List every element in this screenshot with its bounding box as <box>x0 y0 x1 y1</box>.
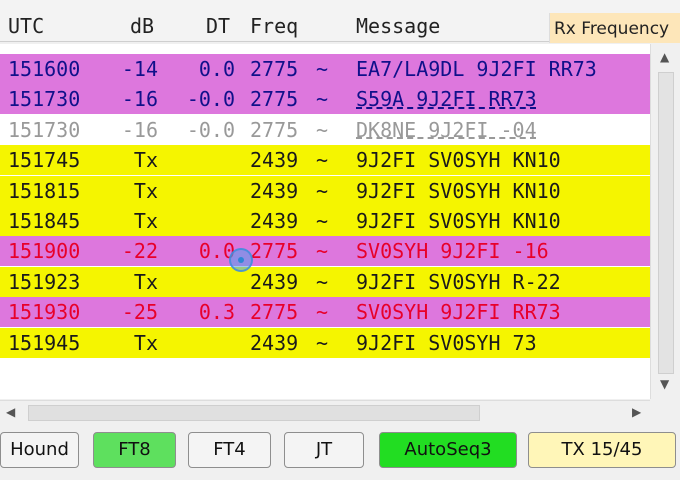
row-freq: 2439 <box>250 209 299 233</box>
row-tilde: ~ <box>316 148 329 173</box>
table-row[interactable]: 151600 -14 0.0 2775 ~ EA7/LA9DL 9J2FI RR73 <box>0 54 650 84</box>
band-activity-list[interactable]: 151600 -14 0.0 2775 ~ EA7/LA9DL 9J2FI RR73 151… <box>0 44 650 399</box>
row-freq: 2775 <box>250 300 299 325</box>
table-row[interactable]: 151730 -16 -0.0 2775 ~ DK8NE 9J2FI -04 <box>0 114 650 145</box>
table-row[interactable]: 151730 -16 -0.0 2775 ~ S59A 9J2FI RR73 <box>0 84 650 115</box>
autoseq-button[interactable]: AutoSeq3 <box>379 432 517 468</box>
row-db: Tx <box>133 269 158 294</box>
mode-button-bar: Hound FT8 FT4 JT AutoSeq3 TX 15/45 <box>0 424 680 480</box>
horizontal-scroll-thumb[interactable] <box>28 405 480 421</box>
table-row[interactable]: 151745 Tx 2439 ~9J2FI SV0SYH KN10 <box>0 145 650 176</box>
row-message: S59A 9J2FI RR73 <box>356 87 537 112</box>
mouse-cursor-indicator <box>229 248 253 272</box>
vertical-scroll-thumb[interactable] <box>658 72 674 374</box>
table-row[interactable]: 151923 Tx 2439 ~9J2FI SV0SYH R-22 <box>0 266 650 297</box>
row-db: -14 <box>121 57 158 81</box>
vertical-scrollbar[interactable]: ▲ ▼ <box>650 44 680 399</box>
row-message: SV0SYH 9J2FI -16 <box>356 239 549 264</box>
rx-frequency-panel-label[interactable]: Rx Frequency <box>549 13 680 43</box>
row-message: 9J2FI SV0SYH KN10 <box>356 209 561 233</box>
row-dt: 0.0 <box>198 239 235 264</box>
row-message: 9J2FI SV0SYH KN10 <box>356 178 561 203</box>
row-tilde: ~ <box>316 209 329 233</box>
row-message: 9J2FI SV0SYH R-22 <box>356 269 561 294</box>
table-row[interactable]: 151815 Tx 2439 ~9J2FI SV0SYH KN10 <box>0 175 650 206</box>
row-dt: -0.0 <box>186 87 235 112</box>
row-message: DK8NE 9J2FI -04 <box>356 117 537 142</box>
row-db: Tx <box>133 148 158 173</box>
row-message: 9J2FI SV0SYH 73 <box>356 330 537 355</box>
row-message: SV0SYH 9J2FI RR73 <box>356 300 561 325</box>
row-tilde: ~ <box>316 57 329 81</box>
scroll-up-icon[interactable]: ▲ <box>660 50 669 64</box>
scroll-right-icon[interactable]: ▶ <box>632 405 641 419</box>
row-db: -22 <box>121 239 158 264</box>
scroll-left-icon[interactable]: ◀ <box>6 405 15 419</box>
row-freq: 2439 <box>250 148 299 173</box>
row-freq: 2775 <box>250 87 299 112</box>
row-tilde: ~ <box>316 117 329 142</box>
tx-period-button[interactable]: TX 15/45 <box>528 432 676 468</box>
row-freq: 2439 <box>250 330 299 355</box>
row-tilde: ~ <box>316 239 329 264</box>
row-tilde: ~ <box>316 300 329 325</box>
row-message: EA7/LA9DL 9J2FI RR73 <box>356 57 597 81</box>
row-tilde: ~ <box>316 178 329 203</box>
row-dt: 0.0 <box>198 57 235 81</box>
row-db: -16 <box>121 87 158 112</box>
row-freq: 2775 <box>250 239 299 264</box>
header-utc[interactable]: UTC <box>8 14 44 38</box>
row-freq: 2439 <box>250 178 299 203</box>
header-db[interactable]: dB <box>130 14 154 38</box>
table-row[interactable]: 151845 Tx 2439 ~9J2FI SV0SYH KN10 <box>0 206 650 236</box>
row-message: 9J2FI SV0SYH KN10 <box>356 148 561 173</box>
row-dt: 0.3 <box>198 300 235 325</box>
table-row[interactable]: 151930 -25 0.3 2775 ~ SV0SYH 9J2FI RR73 <box>0 297 650 328</box>
row-db: Tx <box>133 209 158 233</box>
hound-button[interactable]: Hound <box>0 432 79 468</box>
row-tilde: ~ <box>316 330 329 355</box>
row-dt: -0.0 <box>186 117 235 142</box>
row-freq: 2775 <box>250 57 299 81</box>
table-row[interactable]: 151900 -22 0.0 2775 ~ SV0SYH 9J2FI -16 <box>0 236 650 267</box>
scroll-down-icon[interactable]: ▼ <box>660 377 669 391</box>
ft4-button[interactable]: FT4 <box>188 432 271 468</box>
ft8-button[interactable]: FT8 <box>93 432 176 468</box>
row-freq: 2775 <box>250 117 299 142</box>
row-db: Tx <box>133 330 158 355</box>
table-row[interactable]: 151945 Tx 2439 ~9J2FI SV0SYH 73 <box>0 327 650 358</box>
row-db: Tx <box>133 178 158 203</box>
row-tilde: ~ <box>316 87 329 112</box>
row-tilde: ~ <box>316 269 329 294</box>
jt-button[interactable]: JT <box>284 432 364 468</box>
header-freq[interactable]: Freq <box>250 14 298 38</box>
row-freq: 2439 <box>250 269 299 294</box>
row-db: -16 <box>121 117 158 142</box>
header-dt[interactable]: DT <box>206 14 230 38</box>
row-db: -25 <box>121 300 158 325</box>
header-message[interactable]: Message <box>356 14 440 38</box>
horizontal-scrollbar[interactable]: ◀ ▶ <box>0 400 650 424</box>
